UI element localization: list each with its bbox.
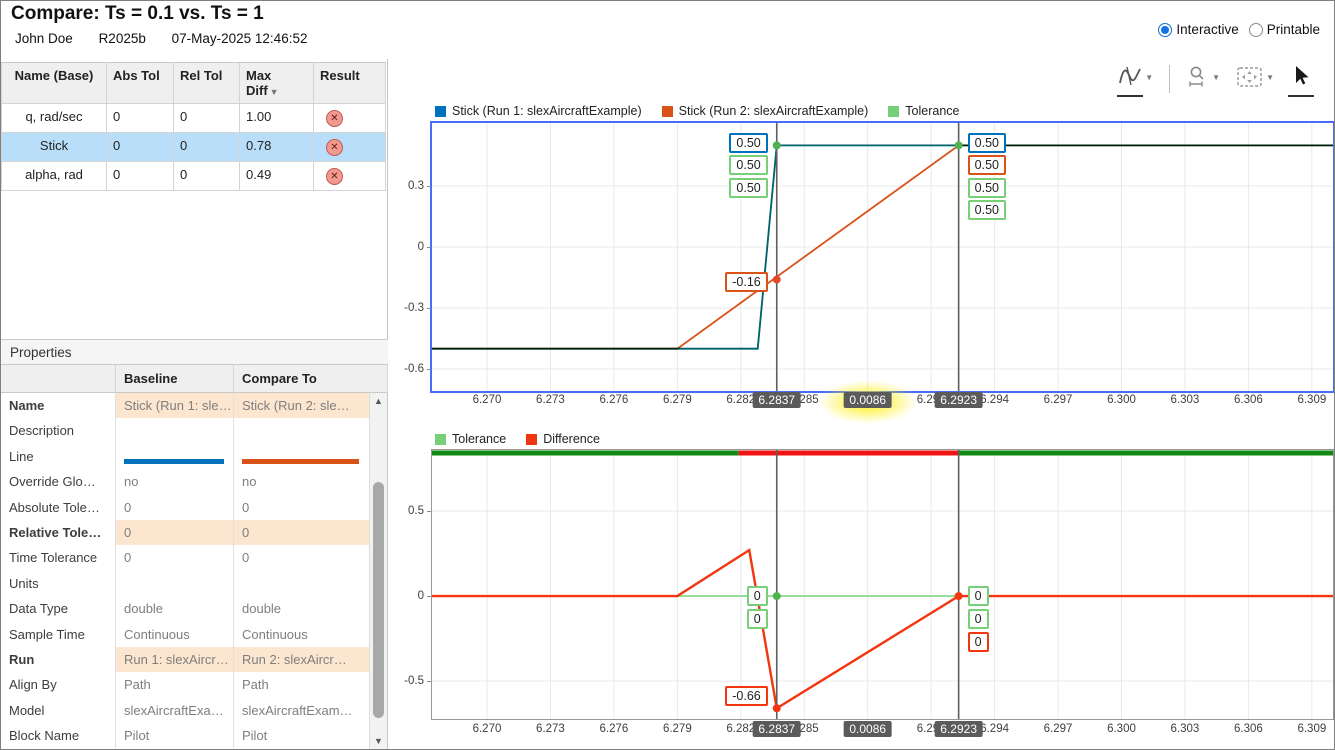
x-axis-tick: 6.294 [980, 394, 1009, 406]
x-axis-tick: 6.270 [473, 723, 502, 735]
x-axis-tick: 6.270 [473, 394, 502, 406]
cursor-value-flag: 0 [747, 586, 768, 606]
chart-area: Stick (Run 1: slexAircraftExample) Stick … [1, 1, 1335, 750]
x-axis-tick: 6.297 [1044, 394, 1073, 406]
cursor-left-badge[interactable]: 6.2837 [752, 392, 801, 408]
cursor-value-flag: 0.50 [968, 133, 1006, 153]
legend-label: Tolerance [452, 432, 506, 446]
x-axis-tick: 6.303 [1171, 723, 1200, 735]
cursor-right-badge[interactable]: 6.2923 [934, 721, 983, 737]
x-axis-tick: 6.294 [980, 723, 1009, 735]
x-axis-tick: 6.300 [1107, 394, 1136, 406]
comparison-report-window: Compare: Ts = 0.1 vs. Ts = 1 John Doe R2… [0, 0, 1335, 750]
x-axis-tick: 6.309 [1297, 723, 1326, 735]
legend-item: Tolerance [435, 432, 506, 446]
x-axis-tick: 6.279 [663, 723, 692, 735]
cursor-value-flag: 0 [747, 609, 768, 629]
legend-item: Stick (Run 2: slexAircraftExample) [662, 104, 869, 118]
x-axis-tick: 6.303 [1171, 394, 1200, 406]
cursor-delta-badge[interactable]: 0.0086 [843, 392, 892, 408]
x-axis-tick: 6.273 [536, 394, 565, 406]
cursor-value-flag: -0.16 [725, 272, 768, 292]
x-axis-tick: 6.282 [726, 723, 755, 735]
x-axis-tick: 6.309 [1297, 394, 1326, 406]
legend-item: Stick (Run 1: slexAircraftExample) [435, 104, 642, 118]
x-axis-tick: 6.282 [726, 394, 755, 406]
signals-plot[interactable] [430, 121, 1335, 393]
difference-plot[interactable] [431, 449, 1334, 720]
cursor-value-flag: -0.66 [725, 686, 768, 706]
y-axis-tick: 0.3 [390, 180, 424, 192]
y-axis-tick: -0.5 [390, 675, 424, 687]
cursor-value-flag: 0.50 [968, 155, 1006, 175]
legend-swatch-icon [526, 434, 537, 445]
legend-item: Tolerance [888, 104, 959, 118]
legend-swatch-icon [435, 434, 446, 445]
signals-plot-legend: Stick (Run 1: slexAircraftExample) Stick … [435, 104, 959, 118]
x-axis-tick: 6.306 [1234, 394, 1263, 406]
x-axis-tick: 6.276 [600, 394, 629, 406]
cursor-value-flag: 0.50 [729, 133, 767, 153]
series-difference [432, 550, 1333, 708]
y-axis-tick: 0 [390, 241, 424, 253]
cursor-right-badge[interactable]: 6.2923 [934, 392, 983, 408]
cursor-value-flag: 0 [968, 586, 989, 606]
legend-label: Stick (Run 2: slexAircraftExample) [679, 104, 869, 118]
legend-label: Difference [543, 432, 600, 446]
cursor-delta-badge[interactable]: 0.0086 [843, 721, 892, 737]
cursor-value-flag: 0 [968, 632, 989, 652]
legend-label: Tolerance [905, 104, 959, 118]
x-axis-tick: 6.276 [600, 723, 629, 735]
legend-label: Stick (Run 1: slexAircraftExample) [452, 104, 642, 118]
x-axis-tick: 6.300 [1107, 723, 1136, 735]
cursor-value-flag: 0 [968, 609, 989, 629]
y-axis-tick: 0.5 [390, 505, 424, 517]
y-axis-tick: -0.6 [390, 363, 424, 375]
x-axis-tick: 6.273 [536, 723, 565, 735]
legend-swatch-icon [662, 106, 673, 117]
x-axis-tick: 6.279 [663, 394, 692, 406]
cursor-value-flag: 0.50 [729, 178, 767, 198]
legend-swatch-icon [888, 106, 899, 117]
x-axis-tick: 6.306 [1234, 723, 1263, 735]
y-axis-tick: -0.3 [390, 302, 424, 314]
difference-plot-legend: Tolerance Difference [435, 432, 600, 446]
y-axis-tick: 0 [390, 590, 424, 602]
cursor-value-flag: 0.50 [968, 200, 1006, 220]
legend-item: Difference [526, 432, 600, 446]
cursor-value-flag: 0.50 [729, 155, 767, 175]
cursor-value-flag: 0.50 [968, 178, 1006, 198]
cursor-left-badge[interactable]: 6.2837 [752, 721, 801, 737]
x-axis-tick: 6.297 [1044, 723, 1073, 735]
legend-swatch-icon [435, 106, 446, 117]
